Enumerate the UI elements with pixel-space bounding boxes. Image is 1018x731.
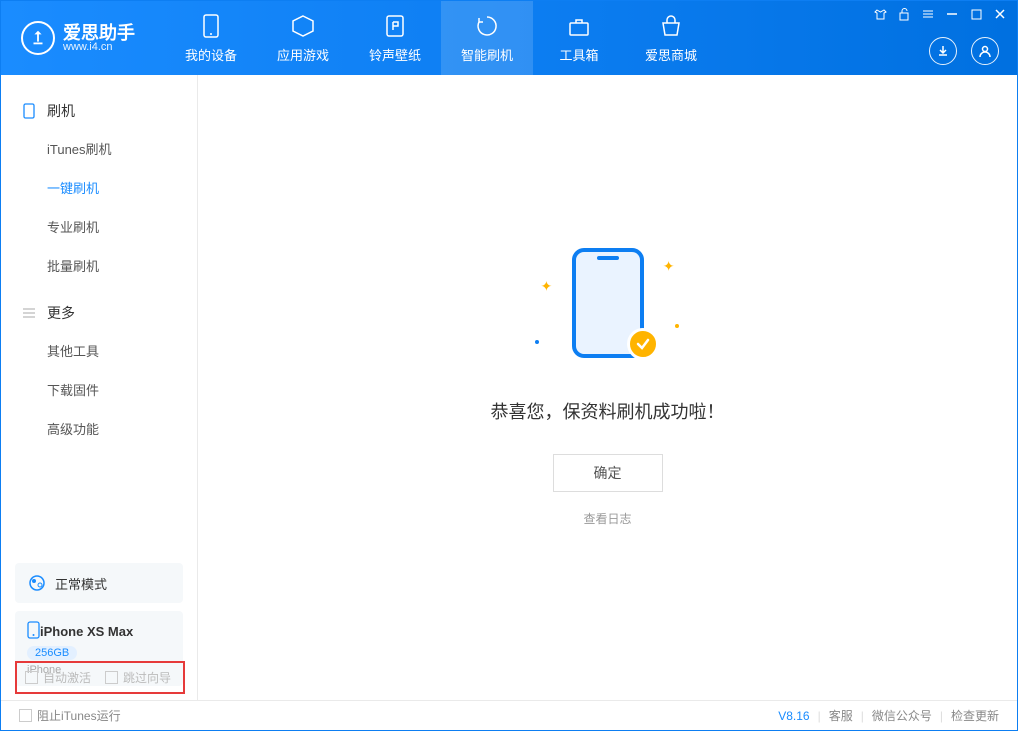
sidebar-section-more: 更多 xyxy=(1,295,197,331)
menu-icon[interactable] xyxy=(921,7,935,21)
sidebar-item-other[interactable]: 其他工具 xyxy=(1,331,197,370)
block-itunes-option[interactable]: 阻止iTunes运行 xyxy=(19,707,121,724)
tools-icon xyxy=(566,13,592,39)
checkbox-icon xyxy=(25,671,38,684)
sparkle-icon: ✦ xyxy=(541,278,553,295)
tab-apps[interactable]: 应用游戏 xyxy=(257,1,349,75)
user-button[interactable] xyxy=(971,37,999,65)
tab-store[interactable]: 爱思商城 xyxy=(625,1,717,75)
sidebar: 刷机 iTunes刷机 一键刷机 专业刷机 批量刷机 更多 其他工具 下载固件 … xyxy=(1,75,198,700)
options-highlight: 自动激活 跳过向导 xyxy=(15,661,185,694)
sidebar-item-oneclick[interactable]: 一键刷机 xyxy=(1,168,197,207)
download-button[interactable] xyxy=(929,37,957,65)
skip-wizard-option[interactable]: 跳过向导 xyxy=(105,669,171,686)
device-icon xyxy=(198,13,224,39)
footer: 阻止iTunes运行 V8.16 | 客服 | 微信公众号 | 检查更新 xyxy=(1,700,1017,730)
sparkle-icon: ✦ xyxy=(663,258,675,275)
ok-button[interactable]: 确定 xyxy=(553,454,663,492)
view-log-link[interactable]: 查看日志 xyxy=(583,510,631,527)
flash-icon xyxy=(474,13,500,39)
phone-icon xyxy=(21,103,37,119)
device-capacity: 256GB xyxy=(27,646,77,660)
tab-device[interactable]: 我的设备 xyxy=(165,1,257,75)
version-label: V8.16 xyxy=(778,709,809,723)
close-button[interactable] xyxy=(993,7,1007,21)
header-right xyxy=(929,37,999,65)
success-message: 恭喜您，保资料刷机成功啦！ xyxy=(491,398,725,424)
checkbox-icon xyxy=(105,671,118,684)
mode-icon xyxy=(27,573,47,593)
sidebar-item-itunes[interactable]: iTunes刷机 xyxy=(1,129,197,168)
dot-icon xyxy=(675,324,679,328)
check-update-link[interactable]: 检查更新 xyxy=(951,707,999,724)
sidebar-section-flash: 刷机 xyxy=(1,93,197,129)
maximize-button[interactable] xyxy=(969,7,983,21)
sidebar-item-advanced[interactable]: 高级功能 xyxy=(1,409,197,448)
app-logo: 爱思助手 www.i4.cn xyxy=(21,21,135,55)
shirt-icon[interactable] xyxy=(873,7,887,21)
tab-flash[interactable]: 智能刷机 xyxy=(441,1,533,75)
minimize-button[interactable] xyxy=(945,7,959,21)
app-name: 爱思助手 xyxy=(63,24,135,42)
sidebar-item-batch[interactable]: 批量刷机 xyxy=(1,246,197,285)
app-url: www.i4.cn xyxy=(63,42,135,53)
list-icon xyxy=(21,305,37,321)
window-controls xyxy=(873,7,1007,21)
apps-icon xyxy=(290,13,316,39)
device-icon xyxy=(27,621,40,642)
sidebar-item-pro[interactable]: 专业刷机 xyxy=(1,207,197,246)
nav-tabs: 我的设备 应用游戏 铃声壁纸 智能刷机 工具箱 爱思商城 xyxy=(165,1,717,75)
tab-tools[interactable]: 工具箱 xyxy=(533,1,625,75)
checkmark-icon xyxy=(627,328,659,360)
ringtone-icon xyxy=(382,13,408,39)
customer-service-link[interactable]: 客服 xyxy=(829,707,853,724)
dot-icon xyxy=(535,340,539,344)
app-header: 爱思助手 www.i4.cn 我的设备 应用游戏 铃声壁纸 智能刷机 工具箱 爱… xyxy=(1,1,1017,75)
success-illustration: ✦ ✦ xyxy=(533,248,683,368)
mode-box[interactable]: 正常模式 xyxy=(15,563,183,603)
sidebar-item-download[interactable]: 下载固件 xyxy=(1,370,197,409)
store-icon xyxy=(658,13,684,39)
device-name: iPhone XS Max xyxy=(40,624,133,639)
lock-icon[interactable] xyxy=(897,7,911,21)
checkbox-icon xyxy=(19,709,32,722)
tab-ringtone[interactable]: 铃声壁纸 xyxy=(349,1,441,75)
logo-icon xyxy=(21,21,55,55)
auto-activate-option[interactable]: 自动激活 xyxy=(25,669,91,686)
wechat-link[interactable]: 微信公众号 xyxy=(872,707,932,724)
main-content: ✦ ✦ 恭喜您，保资料刷机成功啦！ 确定 查看日志 xyxy=(198,75,1017,700)
